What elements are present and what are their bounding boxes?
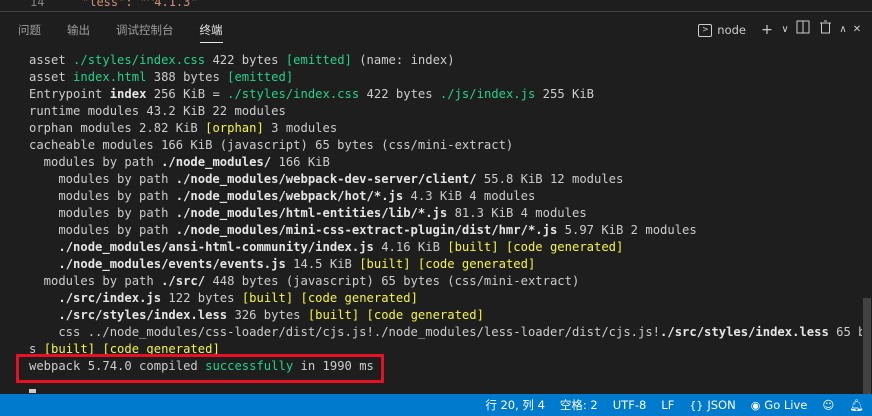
terminal-scrollbar[interactable]	[862, 59, 872, 406]
split-terminal-button[interactable]	[792, 12, 814, 48]
braces-icon: {}	[689, 398, 704, 412]
terminal-select-label: node	[717, 23, 746, 37]
panel-actions: > node + ∨ ∧ ✕	[698, 12, 864, 48]
terminal-line: ./node_modules/events/events.js 14.5 KiB…	[58, 257, 536, 271]
golive-button[interactable]: ◉ Go Live	[751, 398, 808, 412]
terminal-line: modules by path ./node_modules/ 166 KiB	[29, 155, 330, 169]
language-mode[interactable]: {} JSON	[689, 398, 735, 412]
compile-status-line: webpack 5.74.0 compiled successfully in …	[29, 359, 374, 373]
terminal-line: ./src/styles/index.less 326 bytes [built…	[58, 308, 484, 322]
tab-terminal[interactable]: 终端	[199, 12, 223, 48]
terminal-line: orphan modules 2.82 KiB [orphan] 3 modul…	[29, 121, 338, 135]
line-number: 14	[30, 0, 45, 9]
indentation[interactable]: 空格: 2	[560, 397, 598, 413]
terminal-cursor	[29, 389, 36, 393]
terminal-output[interactable]: asset ./styles/index.css 422 bytes [emit…	[0, 48, 862, 395]
cursor-position[interactable]: 行 20, 列 4	[485, 397, 545, 413]
panel-tabs: 问题 输出 调试控制台 终端	[0, 12, 249, 48]
terminal-icon: >	[698, 23, 713, 37]
tab-problems[interactable]: 问题	[18, 12, 41, 48]
encoding[interactable]: UTF-8	[613, 398, 647, 412]
terminal-line: runtime modules 43.2 KiB 22 modules	[29, 104, 286, 118]
trash-icon	[819, 20, 831, 34]
code-line: "less": "^4.1.3"	[82, 0, 198, 9]
terminal-line: ./node_modules/ansi-html-community/index…	[58, 240, 624, 254]
maximize-panel-button[interactable]: ∧	[836, 12, 850, 48]
notifications-button[interactable]: 🔔︎	[849, 398, 864, 412]
terminal-line: modules by path ./node_modules/mini-css-…	[29, 223, 697, 237]
terminal-line: asset index.html 388 bytes [emitted]	[29, 70, 294, 84]
bottom-panel: 问题 输出 调试控制台 终端 > node + ∨ ∧ ✕ asset ./st…	[0, 11, 872, 406]
terminal-line: modules by path ./node_modules/html-enti…	[29, 206, 587, 220]
editor-area: 14 "less": "^4.1.3"	[0, 0, 872, 11]
terminal-line: asset ./styles/index.css 422 bytes [emit…	[29, 53, 455, 67]
terminal-line: modules by path ./node_modules/webpack/h…	[29, 189, 536, 203]
end-of-line[interactable]: LF	[661, 398, 674, 412]
terminal-line: Entrypoint index 256 KiB = ./styles/inde…	[29, 87, 595, 101]
terminal-select[interactable]: > node	[698, 23, 746, 37]
terminal-line: modules by path ./node_modules/webpack-d…	[29, 172, 624, 186]
scrollbar-thumb[interactable]	[863, 298, 871, 406]
feedback-icon: ☺	[822, 398, 835, 412]
split-icon	[796, 20, 810, 34]
close-panel-button[interactable]: ✕	[850, 12, 864, 48]
terminal-line: modules by path ./src/ 448 bytes (javasc…	[29, 274, 580, 288]
kill-terminal-button[interactable]	[814, 12, 836, 48]
new-terminal-button[interactable]: +	[756, 12, 778, 48]
tab-output[interactable]: 输出	[67, 12, 90, 48]
terminal-line: css ../node_modules/css-loader/dist/cjs.…	[29, 325, 862, 339]
status-bar: 行 20, 列 4 空格: 2 UTF-8 LF {} JSON ◉ Go Live…	[0, 394, 872, 416]
bell-icon: 🔔︎	[849, 398, 864, 412]
terminal-line: cacheable modules 166 KiB (javascript) 6…	[29, 138, 514, 152]
terminal-line: s [built] [code generated]	[29, 342, 220, 356]
terminal-line: ./src/index.js 122 bytes [built] [code g…	[58, 291, 418, 305]
feedback-button[interactable]: ☺	[822, 398, 834, 412]
broadcast-icon: ◉	[750, 398, 761, 412]
tab-debug-console[interactable]: 调试控制台	[116, 12, 174, 48]
chevron-down-icon[interactable]: ∨	[778, 12, 792, 48]
